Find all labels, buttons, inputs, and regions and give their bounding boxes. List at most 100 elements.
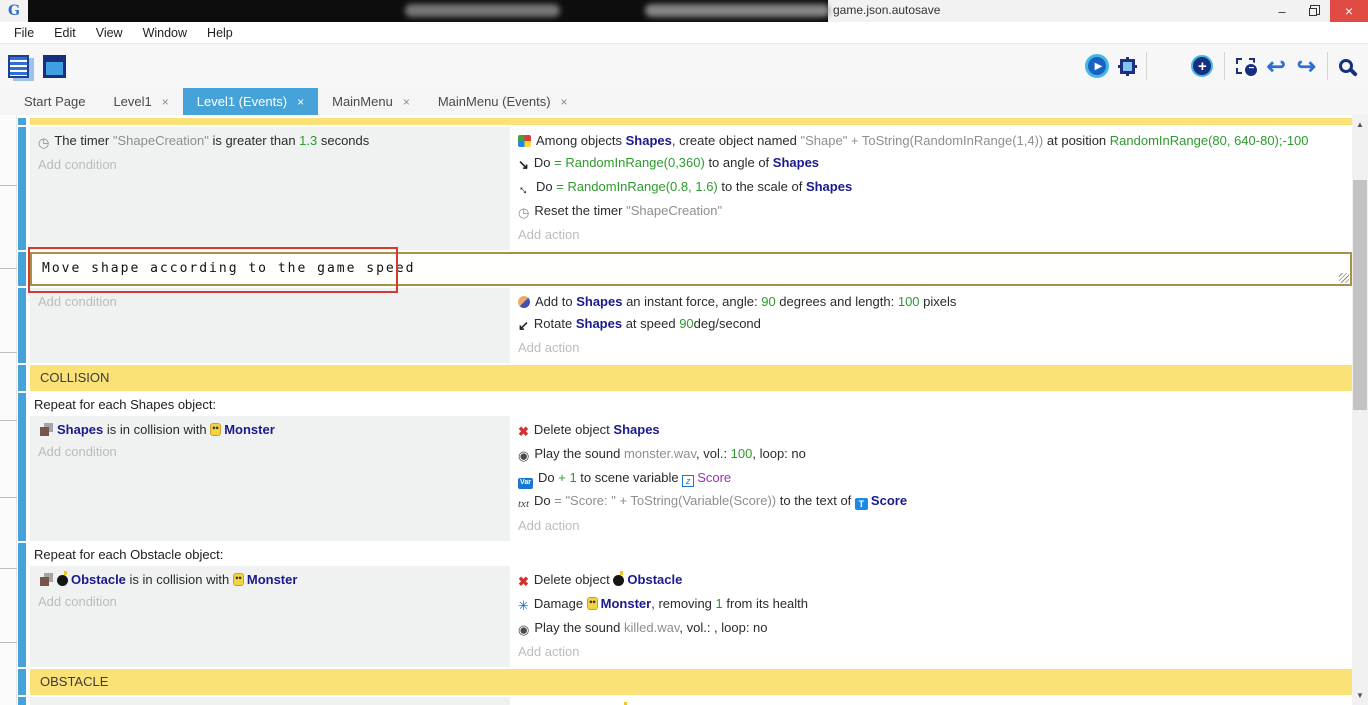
text-segment: is greater than bbox=[209, 133, 299, 148]
scene-icon[interactable] bbox=[43, 55, 66, 78]
add-condition-link[interactable]: Add condition bbox=[38, 441, 502, 463]
action-line[interactable]: ✖Delete object Shapes bbox=[518, 419, 1344, 443]
text-segment: Shapes bbox=[57, 422, 103, 437]
text-segment: from its health bbox=[723, 596, 808, 611]
text-segment: 100 bbox=[731, 446, 753, 461]
tab-level1-events-[interactable]: Level1 (Events)× bbox=[183, 88, 318, 115]
condition-line[interactable]: ◷The timer "ObstacleCreation" is greater… bbox=[38, 700, 502, 705]
action-line[interactable]: VarDo + 1 to scene variable zScore bbox=[518, 467, 1344, 490]
action-line[interactable]: Among objects Shapes, create object name… bbox=[518, 130, 1344, 152]
add-action-link[interactable]: Add action bbox=[518, 641, 1344, 663]
condition-line[interactable]: Shapes is in collision with Monster bbox=[38, 419, 502, 441]
repeat-event-header[interactable]: Repeat for each Shapes object: bbox=[30, 393, 1352, 416]
tab-mainmenu[interactable]: MainMenu× bbox=[318, 88, 424, 115]
scroll-up-arrow[interactable]: ▲ bbox=[1352, 117, 1368, 132]
project-icon[interactable] bbox=[8, 55, 29, 78]
monster-icon bbox=[587, 597, 598, 610]
app-logo-icon: G bbox=[0, 3, 28, 19]
events-gutter bbox=[0, 115, 17, 705]
menu-item-view[interactable]: View bbox=[86, 26, 133, 40]
event-highlight-bar bbox=[18, 393, 26, 541]
action-line[interactable]: txtDo = "Score: " + ToString(Variable(Sc… bbox=[518, 490, 1344, 515]
tab-mainmenu-events-[interactable]: MainMenu (Events)× bbox=[424, 88, 582, 115]
menu-item-window[interactable]: Window bbox=[133, 26, 197, 40]
add-action-link[interactable]: Add action bbox=[518, 224, 1344, 246]
text-icon: txt bbox=[518, 494, 529, 514]
add-action-link[interactable]: Add action bbox=[518, 337, 1344, 359]
tab-close-icon[interactable]: × bbox=[561, 95, 568, 109]
actions-cell: Add to Shapes an instant force, angle: 9… bbox=[510, 288, 1352, 363]
delete-icon: ✖ bbox=[518, 572, 529, 592]
menu-item-help[interactable]: Help bbox=[197, 26, 243, 40]
action-line[interactable]: ↙Rotate Shapes at speed 90deg/second bbox=[518, 313, 1344, 337]
event-highlight-bar bbox=[18, 118, 26, 125]
action-line[interactable]: ↘Do = RandomInRange(0,360) to angle of S… bbox=[518, 152, 1344, 176]
toolbar-right: ▶ + ↩ ↪ bbox=[1085, 52, 1368, 80]
play-icon[interactable]: ▶ bbox=[1085, 54, 1109, 78]
condition-line[interactable]: ◷The timer "ShapeCreation" is greater th… bbox=[38, 130, 502, 154]
tab-close-icon[interactable]: × bbox=[403, 95, 410, 109]
add-condition-link[interactable]: Add condition bbox=[38, 591, 502, 613]
text-segment: , vol.: bbox=[696, 446, 731, 461]
action-line[interactable]: ◉Play the sound monster.wav, vol.: 100, … bbox=[518, 443, 1344, 467]
vertical-scrollbar[interactable]: ▲ ▼ bbox=[1352, 115, 1368, 705]
action-line[interactable]: Add to Shapes an instant force, angle: 9… bbox=[518, 291, 1344, 313]
window-title: game.json.autosave bbox=[833, 3, 940, 17]
event-content: Add condition Add to Shapes an instant fo… bbox=[30, 288, 1352, 363]
section-header-label: OBSTACLE bbox=[30, 669, 1352, 695]
text-segment: deg/second bbox=[694, 316, 761, 331]
text-segment: Delete object bbox=[534, 422, 614, 437]
toolbar-separator bbox=[1224, 52, 1225, 80]
action-line[interactable]: ◉Play the sound killed.wav, vol.: , loop… bbox=[518, 617, 1344, 641]
condition-line[interactable]: Obstacle is in collision with Monster bbox=[38, 569, 502, 591]
comment-text-input[interactable]: Move shape according to the game speed bbox=[30, 252, 1352, 286]
restore-button[interactable] bbox=[1298, 0, 1330, 22]
add-action-link[interactable]: Add action bbox=[518, 515, 1344, 537]
events-editor: ◷The timer "ShapeCreation" is greater th… bbox=[0, 115, 1368, 705]
search-icon[interactable] bbox=[1339, 59, 1353, 73]
text-segment: Delete object bbox=[534, 572, 614, 587]
monster-icon bbox=[210, 423, 221, 436]
debug-icon[interactable] bbox=[1120, 59, 1135, 74]
menu-item-edit[interactable]: Edit bbox=[44, 26, 86, 40]
action-line[interactable]: ✳Damage Monster, removing 1 from its hea… bbox=[518, 593, 1344, 617]
tab-start-page[interactable]: Start Page bbox=[10, 88, 99, 115]
addother-icon[interactable]: + bbox=[1191, 55, 1213, 77]
action-line[interactable]: ↔Do = RandomInRange(0.8, 1.6) to the sca… bbox=[518, 176, 1344, 200]
section-header-label: COLLISION bbox=[30, 365, 1352, 391]
undo-icon[interactable]: ↩ bbox=[1266, 56, 1285, 76]
tab-label: Start Page bbox=[24, 94, 85, 109]
tab-close-icon[interactable]: × bbox=[162, 95, 169, 109]
event-row: ◷The timer "ObstacleCreation" is greater… bbox=[30, 697, 1352, 705]
menu-item-file[interactable]: File bbox=[4, 26, 44, 40]
actions-cell: ✖ Delete object Obstacle ✳Damage Monster, … bbox=[510, 566, 1352, 667]
redo-icon[interactable]: ↪ bbox=[1297, 56, 1316, 76]
scroll-down-arrow[interactable]: ▼ bbox=[1352, 688, 1368, 703]
add-condition-link[interactable]: Add condition bbox=[38, 154, 502, 176]
textobj-icon: T bbox=[855, 498, 868, 510]
action-line[interactable]: ✖ Delete object Obstacle bbox=[518, 569, 1344, 593]
delete-icon: ✖ bbox=[518, 422, 529, 442]
collision-icon bbox=[40, 577, 49, 586]
damage-icon: ✳ bbox=[518, 596, 529, 616]
close-button[interactable]: × bbox=[1330, 0, 1368, 22]
text-segment: Shapes bbox=[626, 133, 672, 148]
add-condition-link[interactable]: Add condition bbox=[38, 291, 502, 313]
remove-icon[interactable] bbox=[1236, 58, 1255, 74]
comment-event[interactable]: Move shape according to the game speed bbox=[18, 252, 1352, 286]
action-line[interactable]: Create object Obstacle at position Rando… bbox=[518, 700, 1344, 705]
text-segment: Obstacle bbox=[627, 572, 682, 587]
blurred-text bbox=[645, 4, 830, 17]
text-segment: "Shape" + ToString(RandomInRange(1,4)) bbox=[801, 133, 1044, 148]
event: ◷The timer "ShapeCreation" is greater th… bbox=[18, 127, 1352, 250]
section-header-partial bbox=[18, 118, 1352, 125]
scrollbar-thumb[interactable] bbox=[1353, 180, 1367, 410]
section-header[interactable]: OBSTACLE bbox=[18, 669, 1352, 695]
minimize-button[interactable]: – bbox=[1266, 0, 1298, 22]
action-line[interactable]: ◷Reset the timer "ShapeCreation" bbox=[518, 200, 1344, 224]
section-header[interactable]: COLLISION bbox=[18, 365, 1352, 391]
tab-close-icon[interactable]: × bbox=[297, 95, 304, 109]
tab-level1[interactable]: Level1× bbox=[99, 88, 182, 115]
resize-grip-icon[interactable] bbox=[1339, 273, 1349, 283]
repeat-event-header[interactable]: Repeat for each Obstacle object: bbox=[30, 543, 1352, 566]
